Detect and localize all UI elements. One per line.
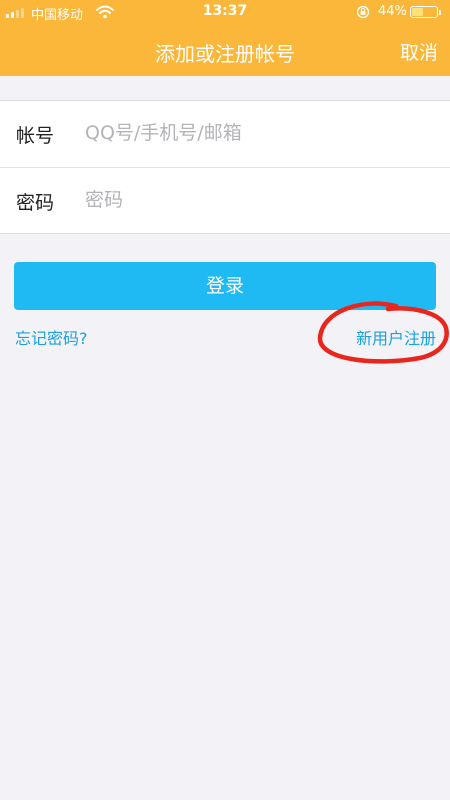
password-row: 密码	[0, 168, 450, 234]
rotation-lock-icon	[356, 5, 370, 19]
battery-cap	[439, 10, 441, 15]
register-link[interactable]: 新用户注册	[356, 325, 436, 349]
app-header: 中国移动 13:37 44% 添加或注册帐号 取消	[0, 0, 450, 76]
page-title: 添加或注册帐号	[155, 42, 295, 66]
battery-icon	[410, 6, 438, 18]
login-form: 帐号 密码	[0, 100, 450, 234]
account-input[interactable]	[85, 115, 425, 151]
login-button[interactable]: 登录	[14, 262, 436, 310]
battery-fill	[412, 8, 423, 16]
account-label: 帐号	[16, 125, 55, 147]
status-bar: 中国移动 13:37 44%	[0, 0, 450, 24]
cancel-button[interactable]: 取消	[400, 38, 438, 65]
forgot-password-link[interactable]: 忘记密码?	[15, 325, 88, 349]
password-label: 密码	[16, 192, 55, 214]
password-input[interactable]	[85, 182, 425, 218]
battery-percent: 44%	[378, 4, 407, 19]
account-row: 帐号	[0, 101, 450, 167]
